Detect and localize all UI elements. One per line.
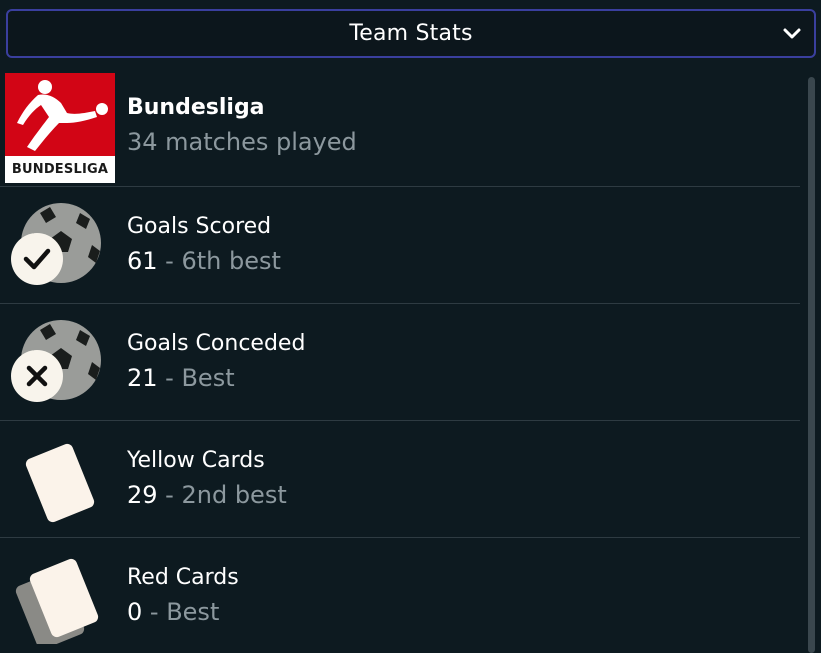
stat-text: Red Cards 0 - Best bbox=[127, 561, 239, 629]
stat-value-line: 0 - Best bbox=[127, 595, 239, 629]
bundesliga-logo-band: BUNDESLIGA bbox=[5, 156, 115, 183]
stat-value-line: 61 - 6th best bbox=[127, 244, 281, 278]
stat-row-yellow-cards[interactable]: Yellow Cards 29 - 2nd best bbox=[0, 421, 800, 538]
stat-value: 61 bbox=[127, 247, 158, 275]
league-name: Bundesliga bbox=[127, 95, 265, 120]
stat-label: Goals Conceded bbox=[127, 331, 306, 356]
stat-separator: - bbox=[157, 364, 182, 392]
stat-label: Goals Scored bbox=[127, 214, 272, 239]
team-stats-panel: Team Stats BUNDESLIGA Bundesliga 34 matc… bbox=[0, 0, 821, 653]
stat-value-line: 21 - Best bbox=[127, 361, 305, 395]
stat-rank: Best bbox=[166, 598, 220, 626]
yellow-card-icon bbox=[6, 437, 106, 527]
scrollbar[interactable] bbox=[808, 77, 815, 653]
stat-rank: Best bbox=[181, 364, 235, 392]
stat-separator: - bbox=[157, 247, 182, 275]
stat-rank: 6th best bbox=[181, 247, 281, 275]
stat-separator: - bbox=[157, 481, 182, 509]
stat-separator: - bbox=[142, 598, 167, 626]
bundesliga-logo: BUNDESLIGA bbox=[5, 73, 115, 183]
stat-row-goals-scored[interactable]: Goals Scored 61 - 6th best bbox=[0, 187, 800, 304]
stat-row-red-cards[interactable]: Red Cards 0 - Best bbox=[0, 538, 800, 653]
league-row[interactable]: BUNDESLIGA Bundesliga 34 matches played bbox=[0, 70, 800, 187]
league-subtitle: 34 matches played bbox=[127, 128, 357, 156]
stat-value: 0 bbox=[127, 598, 143, 626]
stat-label: Red Cards bbox=[127, 565, 239, 590]
bundesliga-logo-text: BUNDESLIGA bbox=[11, 162, 109, 177]
football-x-icon bbox=[6, 320, 106, 410]
stat-value-line: 29 - 2nd best bbox=[127, 478, 287, 512]
stat-text: Goals Conceded 21 - Best bbox=[127, 327, 305, 395]
football-check-icon bbox=[6, 203, 106, 293]
stat-value: 21 bbox=[127, 364, 158, 392]
league-text: Bundesliga 34 matches played bbox=[127, 91, 357, 159]
stat-rank: 2nd best bbox=[181, 481, 287, 509]
stat-label: Yellow Cards bbox=[127, 448, 265, 473]
stats-list: BUNDESLIGA Bundesliga 34 matches played bbox=[0, 70, 800, 653]
chevron-down-icon bbox=[783, 28, 801, 39]
stat-row-goals-conceded[interactable]: Goals Conceded 21 - Best bbox=[0, 304, 800, 421]
player-silhouette-icon bbox=[17, 80, 108, 151]
red-card-icon bbox=[6, 554, 106, 650]
stat-value: 29 bbox=[127, 481, 158, 509]
team-stats-dropdown[interactable]: Team Stats bbox=[6, 9, 816, 58]
stat-text: Goals Scored 61 - 6th best bbox=[127, 210, 281, 278]
dropdown-title: Team Stats bbox=[349, 21, 473, 46]
stat-text: Yellow Cards 29 - 2nd best bbox=[127, 444, 287, 512]
